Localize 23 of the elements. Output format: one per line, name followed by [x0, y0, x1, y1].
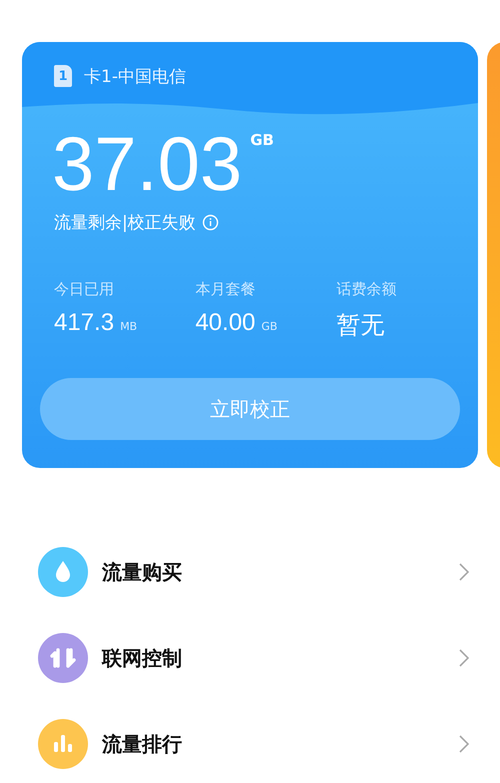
- stat-value: 40.00: [195, 309, 256, 337]
- bar-chart-icon: [38, 719, 88, 769]
- drop-icon: [38, 547, 88, 597]
- menu-item[interactable]: 流量购买: [38, 529, 470, 615]
- remaining-caption: 流量剩余|校正失败: [54, 212, 196, 234]
- stat-label: 话费余额: [336, 280, 397, 299]
- chevron-right-icon: [458, 562, 470, 582]
- remaining-value: 37.03: [52, 127, 242, 203]
- stat-unit: GB: [261, 320, 278, 333]
- info-icon[interactable]: [202, 214, 219, 231]
- chevron-right-icon: [458, 648, 470, 668]
- stat-label: 本月套餐: [195, 280, 256, 299]
- stat-label: 今日已用: [54, 280, 114, 299]
- sim-card-label: 卡1-中国电信: [84, 66, 186, 88]
- sim-card-icon: 1: [54, 65, 72, 87]
- stat-value: 暂无: [336, 311, 385, 341]
- remaining-unit: GB: [250, 131, 274, 149]
- stat-value: 417.3: [54, 309, 114, 337]
- up-down-arrows-icon: [38, 633, 88, 683]
- chevron-right-icon: [458, 734, 470, 754]
- menu-item[interactable]: 流量排行: [38, 701, 470, 783]
- stat-unit: MB: [120, 320, 138, 333]
- menu-item[interactable]: 联网控制: [38, 615, 470, 701]
